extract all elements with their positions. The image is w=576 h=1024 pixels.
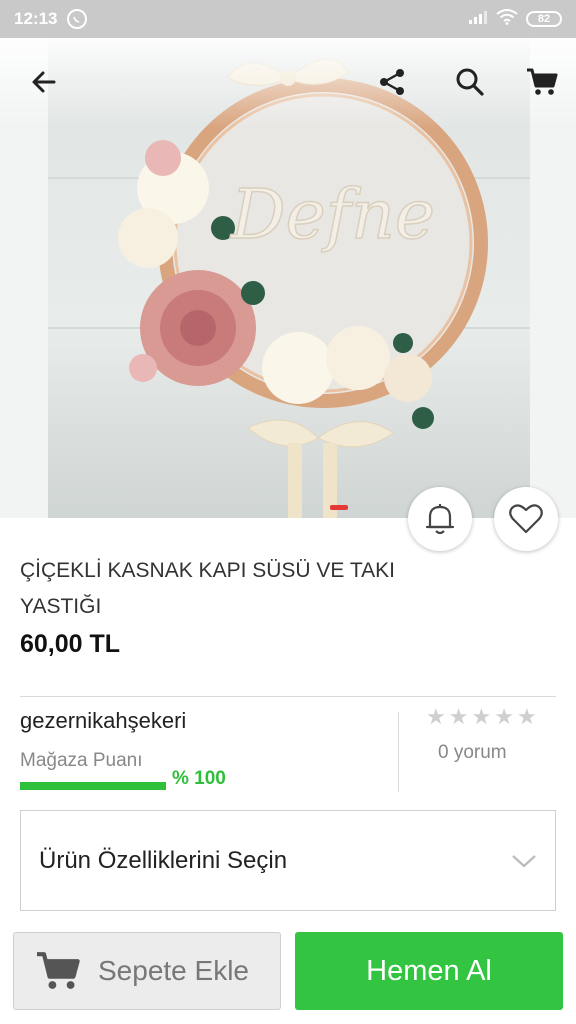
status-bar: 12:13 82 xyxy=(0,0,576,38)
cart-icon xyxy=(527,68,558,95)
vertical-divider xyxy=(398,712,399,792)
search-icon xyxy=(456,68,484,96)
wifi-icon xyxy=(496,8,518,30)
star-icon: ★ xyxy=(471,704,492,729)
review-count[interactable]: 0 yorum xyxy=(438,742,507,764)
review-stars[interactable]: ★ ★ ★ ★ ★ xyxy=(426,706,537,728)
star-icon: ★ xyxy=(448,704,469,729)
store-rating-value: % 100 xyxy=(172,768,226,789)
share-icon xyxy=(380,69,404,95)
store-name[interactable]: gezernikahşekeri xyxy=(20,708,186,734)
star-icon: ★ xyxy=(516,704,537,729)
back-button[interactable] xyxy=(22,60,66,104)
store-rating-fill xyxy=(20,782,166,790)
signal-icon xyxy=(468,10,488,29)
divider xyxy=(20,696,556,697)
buy-now-label: Hemen Al xyxy=(366,954,492,987)
bell-icon xyxy=(425,504,455,535)
heart-icon xyxy=(509,504,543,534)
app-bar xyxy=(0,56,576,112)
image-pager-indicator xyxy=(330,505,348,510)
product-options-select[interactable]: Ürün Özelliklerini Seçin xyxy=(20,810,556,911)
options-label: Ürün Özelliklerini Seçin xyxy=(39,846,288,874)
whatsapp-icon xyxy=(67,9,88,29)
add-to-cart-label: Sepete Ekle xyxy=(98,955,249,986)
add-to-cart-button[interactable]: Sepete Ekle xyxy=(13,932,281,1010)
search-button[interactable] xyxy=(448,60,492,104)
cart-button[interactable] xyxy=(520,60,564,104)
star-icon: ★ xyxy=(426,704,446,729)
notify-button[interactable] xyxy=(408,487,472,551)
back-arrow-icon xyxy=(32,71,56,93)
product-price: 60,00 TL xyxy=(20,630,121,658)
cart-icon xyxy=(37,952,80,989)
chevron-down-icon xyxy=(511,853,537,869)
store-rating-bar xyxy=(20,782,166,790)
wreath-name-text: Defne xyxy=(229,176,435,255)
favorite-button[interactable] xyxy=(494,487,558,551)
share-button[interactable] xyxy=(370,60,414,104)
status-time: 12:13 xyxy=(14,9,58,28)
battery-icon: 82 xyxy=(526,11,562,27)
star-icon: ★ xyxy=(494,704,514,729)
buy-now-button[interactable]: Hemen Al xyxy=(295,932,563,1010)
status-icons: 82 xyxy=(468,8,562,30)
store-rating-label: Mağaza Puanı xyxy=(20,750,143,771)
product-title: ÇİÇEKLİ KASNAK KAPI SÜSÜ VE TAKI YASTIĞI xyxy=(20,559,396,618)
